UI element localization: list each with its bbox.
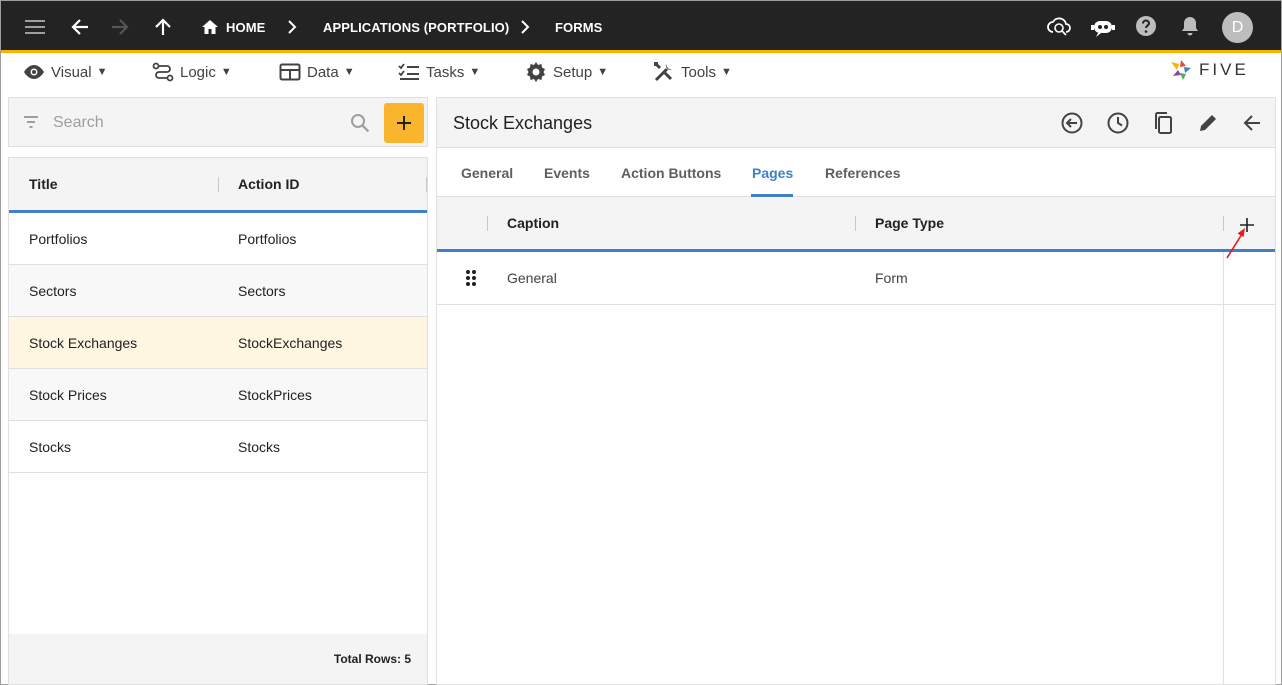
tab-action-buttons[interactable]: Action Buttons xyxy=(621,148,721,197)
back-icon[interactable] xyxy=(68,15,92,39)
detail-panel: Stock Exchanges General Events Action Bu… xyxy=(436,97,1276,685)
breadcrumb-home[interactable]: HOME xyxy=(226,1,265,53)
chevron-right-icon xyxy=(518,19,532,35)
row-action-id: Stocks xyxy=(238,438,281,455)
tab-events[interactable]: Events xyxy=(544,148,590,197)
row-title: Stock Exchanges xyxy=(29,334,138,351)
caret-icon: ▼ xyxy=(597,66,609,78)
menu-visual[interactable]: Visual ▼ xyxy=(23,61,107,83)
caret-icon: ▼ xyxy=(469,66,481,78)
column-header-caption[interactable]: Caption xyxy=(507,197,559,249)
menu-tasks-label: Tasks xyxy=(426,63,465,81)
history-back-icon[interactable] xyxy=(1059,110,1085,136)
chat-bot-icon[interactable] xyxy=(1089,15,1117,39)
row-title: Stocks xyxy=(29,438,72,455)
menu-data[interactable]: Data ▼ xyxy=(279,61,355,83)
menu-tasks[interactable]: Tasks ▼ xyxy=(398,61,480,83)
column-header-page-type[interactable]: Page Type xyxy=(875,197,944,249)
edit-icon[interactable] xyxy=(1195,110,1221,136)
five-logo-icon xyxy=(1171,60,1191,80)
page-title: Stock Exchanges xyxy=(453,112,593,133)
tab-general[interactable]: General xyxy=(461,148,513,197)
eye-icon xyxy=(24,65,44,79)
row-caption: General xyxy=(507,270,557,286)
filter-icon[interactable] xyxy=(21,112,41,132)
help-icon[interactable] xyxy=(1134,14,1158,38)
menu-data-label: Data xyxy=(307,63,339,81)
total-rows: Total Rows: 5 xyxy=(9,634,427,684)
copy-icon[interactable] xyxy=(1150,110,1176,136)
row-action-id: Sectors xyxy=(238,282,286,299)
menu-tools-label: Tools xyxy=(681,63,717,81)
table-row[interactable]: Stock Prices StockPrices xyxy=(9,369,427,421)
search-input[interactable] xyxy=(53,110,343,136)
history-icon[interactable] xyxy=(1105,110,1131,136)
menu-bar: Visual ▼ Logic ▼ Data ▼ Tasks ▼ Setup ▼ Tools… xyxy=(1,53,1281,91)
table-row[interactable]: Sectors Sectors xyxy=(9,265,427,317)
back-arrow-icon[interactable] xyxy=(1239,110,1265,136)
row-title: Stock Prices xyxy=(29,386,107,403)
forms-list: Title Action ID Portfolios Portfolios Se… xyxy=(8,157,428,685)
row-action-id: StockPrices xyxy=(238,386,312,403)
chevron-right-icon xyxy=(285,19,299,35)
caret-icon: ▼ xyxy=(721,66,732,78)
column-header-title[interactable]: Title xyxy=(29,158,58,210)
menu-visual-label: Visual xyxy=(51,63,92,81)
avatar[interactable]: D xyxy=(1222,12,1253,43)
list-header: Title Action ID xyxy=(9,158,427,213)
tab-bar: General Events Action Buttons Pages Refe… xyxy=(437,148,1275,197)
breadcrumb-applications[interactable]: APPLICATIONS (PORTFOLIO) xyxy=(323,1,509,53)
row-action-id: StockExchanges xyxy=(238,334,343,351)
checklist-icon xyxy=(398,63,419,80)
caret-icon: ▼ xyxy=(96,66,108,78)
bell-icon[interactable] xyxy=(1178,14,1202,38)
home-icon[interactable] xyxy=(199,16,221,38)
column-header-action-id[interactable]: Action ID xyxy=(238,158,299,210)
row-title: Sectors xyxy=(29,282,77,299)
search-box xyxy=(8,97,428,147)
tab-references[interactable]: References xyxy=(825,148,901,197)
menu-logic[interactable]: Logic ▼ xyxy=(152,61,232,83)
up-icon[interactable] xyxy=(151,15,175,39)
tab-pages[interactable]: Pages xyxy=(752,148,793,197)
forward-icon[interactable] xyxy=(108,15,132,39)
table-row[interactable]: Stocks Stocks xyxy=(9,421,427,473)
menu-icon[interactable] xyxy=(23,16,47,38)
five-logo: FIVE xyxy=(1169,57,1249,83)
table-icon xyxy=(279,63,301,81)
pages-grid-header: Caption Page Type xyxy=(437,197,1275,252)
row-title: Portfolios xyxy=(29,230,88,247)
column-divider[interactable] xyxy=(426,177,427,192)
table-row[interactable]: General Form xyxy=(437,252,1223,305)
menu-logic-label: Logic xyxy=(180,63,216,81)
row-divider xyxy=(1224,304,1275,305)
menu-setup[interactable]: Setup ▼ xyxy=(525,61,608,83)
breadcrumb-forms[interactable]: FORMS xyxy=(555,1,602,53)
plus-icon xyxy=(397,116,411,130)
tools-icon xyxy=(654,62,673,82)
search-icon[interactable] xyxy=(349,112,371,134)
menu-setup-label: Setup xyxy=(553,63,593,81)
drag-handle-icon[interactable] xyxy=(465,252,477,304)
logo-text: FIVE xyxy=(1199,60,1249,79)
flow-icon xyxy=(152,62,174,82)
detail-header: Stock Exchanges xyxy=(437,98,1275,148)
caret-icon: ▼ xyxy=(343,66,355,78)
row-action-id: Portfolios xyxy=(238,230,297,247)
column-divider[interactable] xyxy=(855,216,856,231)
menu-tools[interactable]: Tools ▼ xyxy=(653,61,732,83)
column-divider[interactable] xyxy=(218,177,219,192)
annotation-arrow-icon xyxy=(1226,228,1245,259)
caret-icon: ▼ xyxy=(220,66,232,78)
column-divider[interactable] xyxy=(487,216,488,231)
row-page-type: Form xyxy=(875,270,908,286)
column-divider xyxy=(1223,252,1224,684)
add-button[interactable] xyxy=(384,103,424,143)
gear-icon xyxy=(527,62,545,82)
top-bar: HOME APPLICATIONS (PORTFOLIO) FORMS D xyxy=(1,1,1281,53)
table-row[interactable]: Portfolios Portfolios xyxy=(9,213,427,265)
cloud-sync-icon[interactable] xyxy=(1045,13,1073,39)
table-row-selected[interactable]: Stock Exchanges StockExchanges xyxy=(9,317,427,369)
